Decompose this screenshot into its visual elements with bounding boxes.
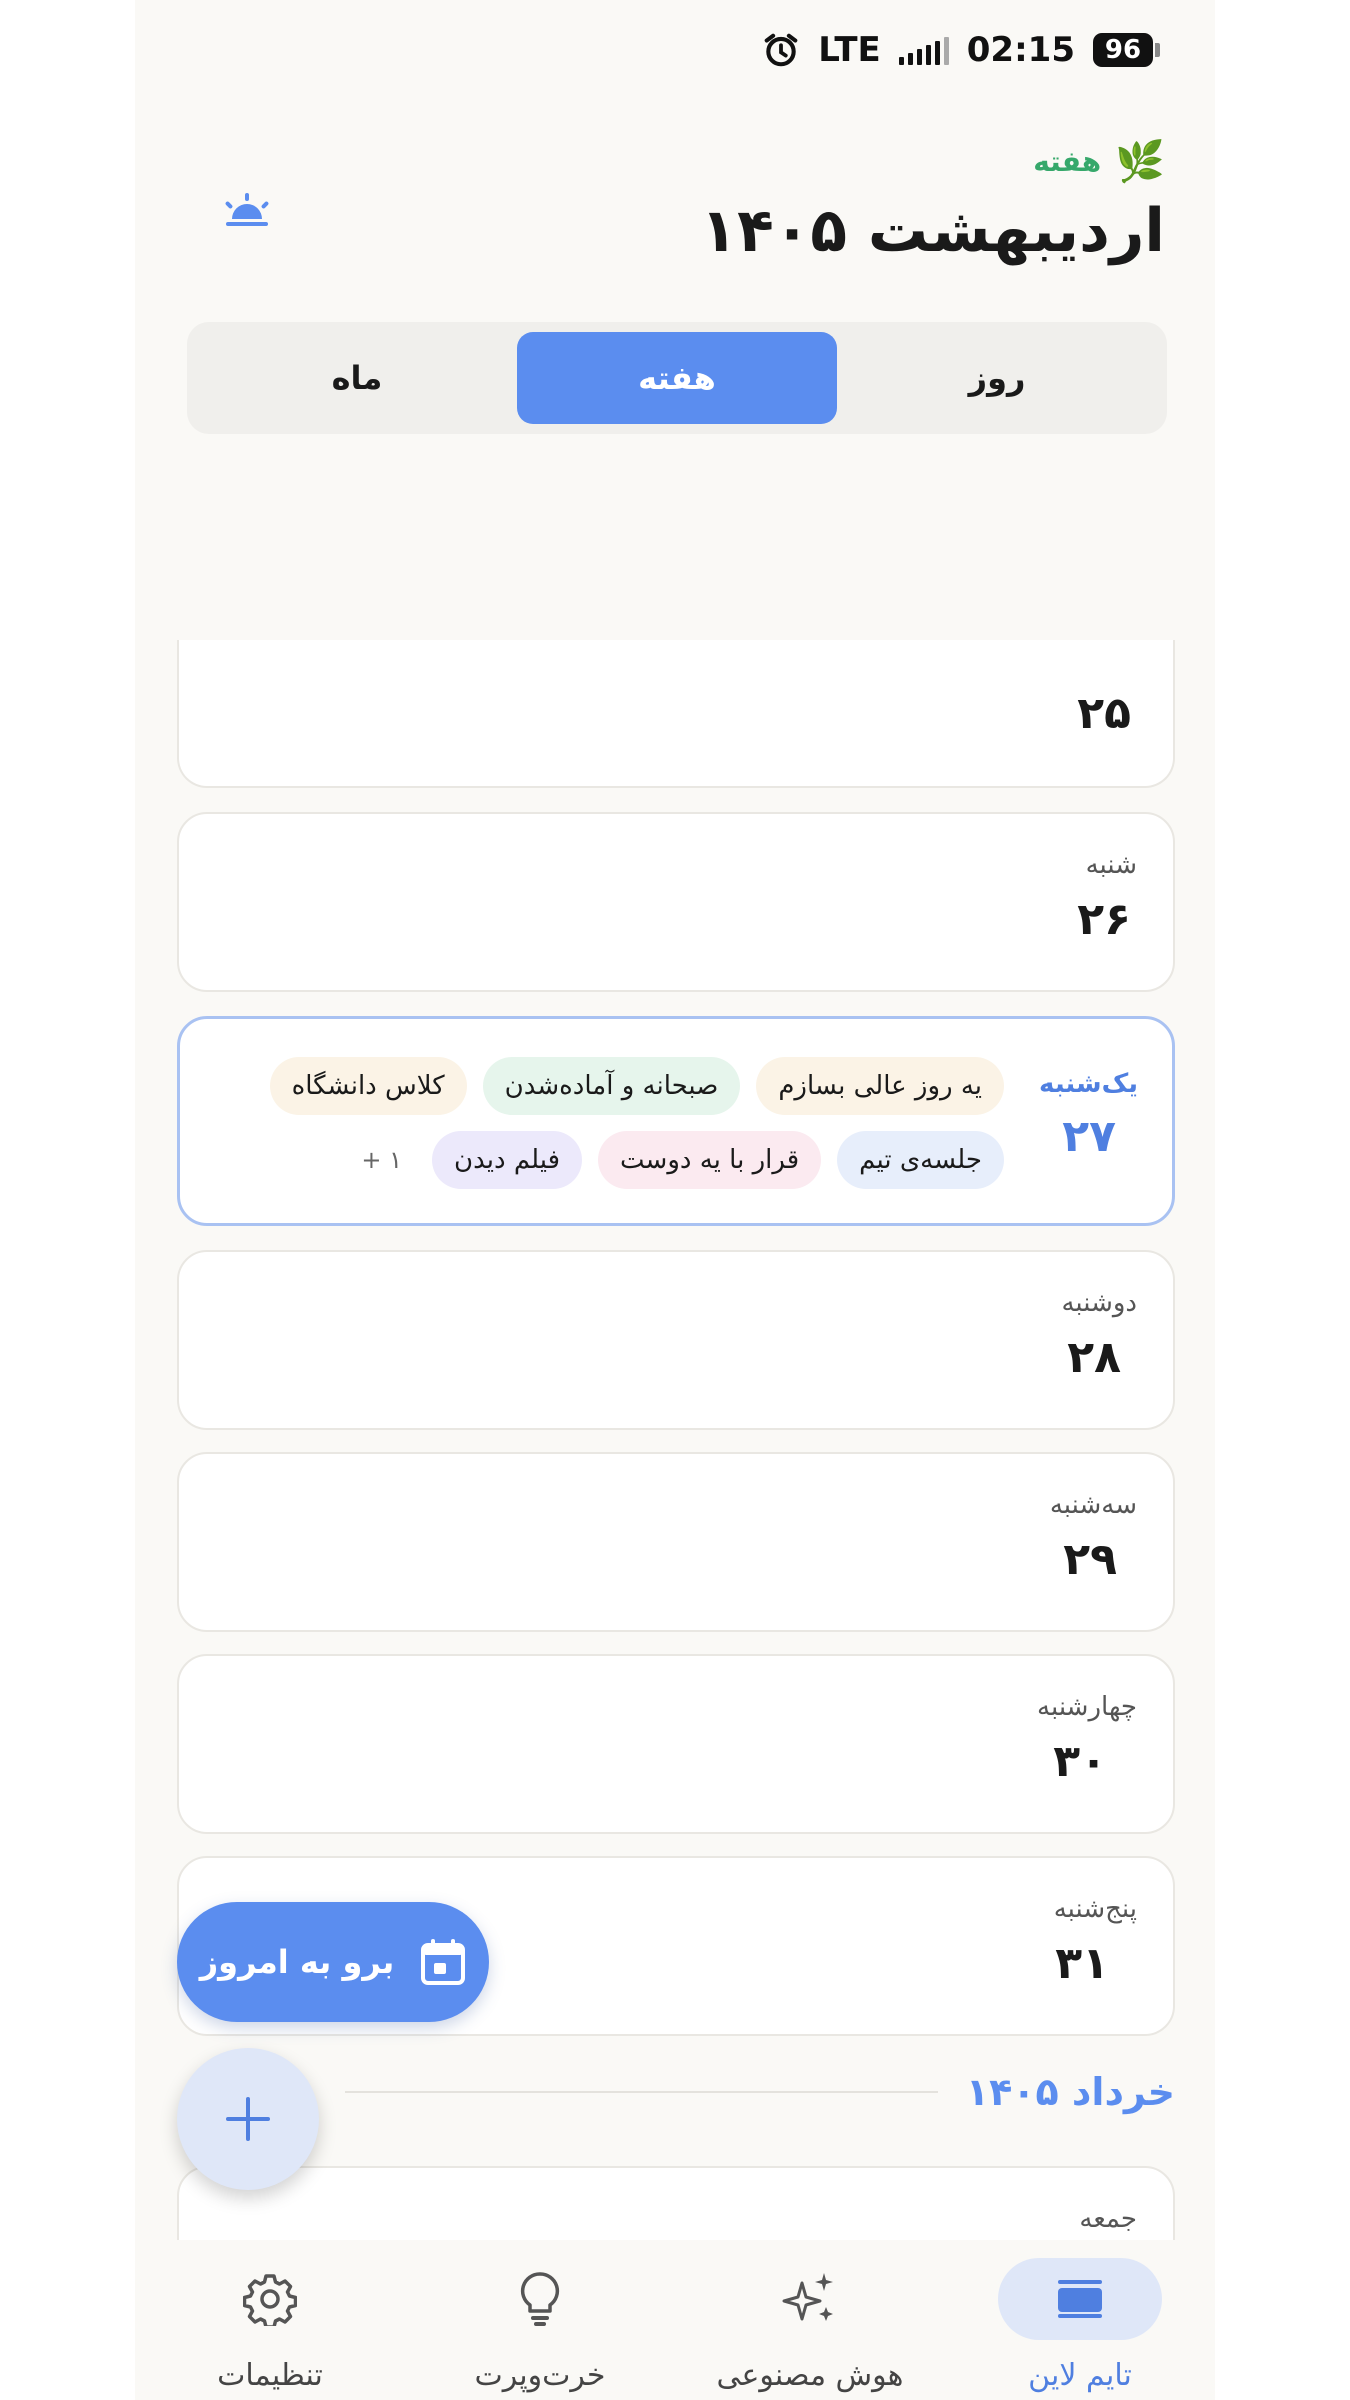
clock: 02:15 [966,30,1075,70]
day-card[interactable]: چهارشنبه ۳۰ [177,1654,1175,1834]
event-chip[interactable]: صبحانه و آماده‌شدن [482,1057,741,1115]
nav-misc-pill [458,2258,622,2340]
day-number: ۲۷ [1062,1111,1116,1162]
event-chip[interactable]: کلاس دانشگاه [269,1057,467,1115]
signal-icon [898,35,949,65]
nav-label: تنظیمات [217,2358,323,2393]
event-chip[interactable]: یه روز عالی بسازم [756,1057,1004,1115]
battery-level: 96 [1093,33,1153,67]
plus-icon [226,2097,270,2141]
sunrise-icon [225,193,269,226]
go-to-today-button[interactable]: برو به امروز [177,1902,489,2022]
page-title: اردیبهشت ۱۴۰۵ [700,196,1165,266]
nav-label: خرت‌وپرت [474,2358,606,2393]
nav-label: هوش مصنوعی [716,2358,904,2393]
month-divider: خرداد ۱۴۰۵ [177,2070,1175,2114]
day-number: ۲۸ [1067,1332,1121,1383]
day-number: ۲۶ [1077,894,1131,945]
day-weekday: چهارشنبه [1037,1692,1137,1722]
day-number: ۲۹ [1063,1534,1117,1585]
add-event-button[interactable] [177,2048,319,2190]
more-events-count[interactable]: + ۱ [347,1131,416,1189]
day-weekday: شنبه [1085,850,1137,880]
event-chip[interactable]: جلسه‌ی تیم [837,1131,1004,1189]
day-card[interactable]: شنبه ۲۶ [177,812,1175,992]
bottom-navigation: تایم لاین هوش مصنوعی خرت‌وپرت [135,2240,1215,2400]
leaf-icon: 🌿 [1115,139,1165,185]
nav-settings[interactable]: تنظیمات [135,2240,405,2400]
day-weekday: سه‌شنبه [1049,1490,1137,1520]
battery-icon: 96 [1093,33,1160,67]
day-weekday: جمعه [1079,2204,1137,2234]
divider-line [345,2091,938,2093]
nav-ai-pill [728,2258,892,2340]
nav-timeline-pill [998,2258,1162,2340]
event-chip[interactable]: قرار با یه دوست [598,1131,822,1189]
nav-label: تایم لاین [1028,2358,1132,2393]
day-card-today[interactable]: یک‌شنبه ۲۷ یه روز عالی بسازم صبحانه و آم… [177,1016,1175,1226]
calendar-icon [421,1939,466,1985]
day-card[interactable]: دوشنبه ۲۸ [177,1250,1175,1430]
day-weekday: یک‌شنبه [1039,1069,1138,1099]
network-type: LTE [818,30,881,70]
lightbulb-icon [520,2272,560,2326]
nav-settings-pill [188,2258,352,2340]
event-list: یه روز عالی بسازم صبحانه و آماده‌شدن کلا… [224,1057,1004,1189]
tab-day[interactable]: روز [837,332,1157,424]
nav-timeline[interactable]: تایم لاین [945,2240,1215,2400]
tab-week[interactable]: هفته [517,332,837,424]
view-indicator: 🌿 هفته [1033,138,1165,185]
sparkle-icon [782,2273,833,2321]
status-bar: LTE 02:15 96 [762,22,1160,78]
day-card[interactable]: ۲۵ [177,640,1175,788]
month-label: خرداد ۱۴۰۵ [965,2070,1175,2114]
theme-toggle-button[interactable] [217,182,277,242]
day-number: ۳۰ [1053,1736,1107,1787]
day-weekday: پنج‌شنبه [1053,1894,1137,1924]
go-to-today-label: برو به امروز [199,1943,395,1981]
view-switcher: روز هفته ماه [187,322,1167,434]
tab-month[interactable]: ماه [197,332,517,424]
nav-misc[interactable]: خرت‌وپرت [405,2240,675,2400]
timeline-icon [1058,2280,1102,2318]
day-number: ۳۱ [1055,1938,1109,1989]
alarm-icon [764,33,798,67]
event-chip[interactable]: فیلم دیدن [432,1131,583,1189]
view-indicator-label: هفته [1033,145,1102,178]
gear-icon [243,2274,297,2326]
app-screen: LTE 02:15 96 🌿 هفته اردیبهشت ۱۴۰۵ روز هف… [135,0,1215,2400]
nav-ai[interactable]: هوش مصنوعی [675,2240,945,2400]
day-weekday: دوشنبه [1061,1288,1137,1318]
day-number: ۲۵ [1077,688,1131,739]
day-card[interactable]: سه‌شنبه ۲۹ [177,1452,1175,1632]
